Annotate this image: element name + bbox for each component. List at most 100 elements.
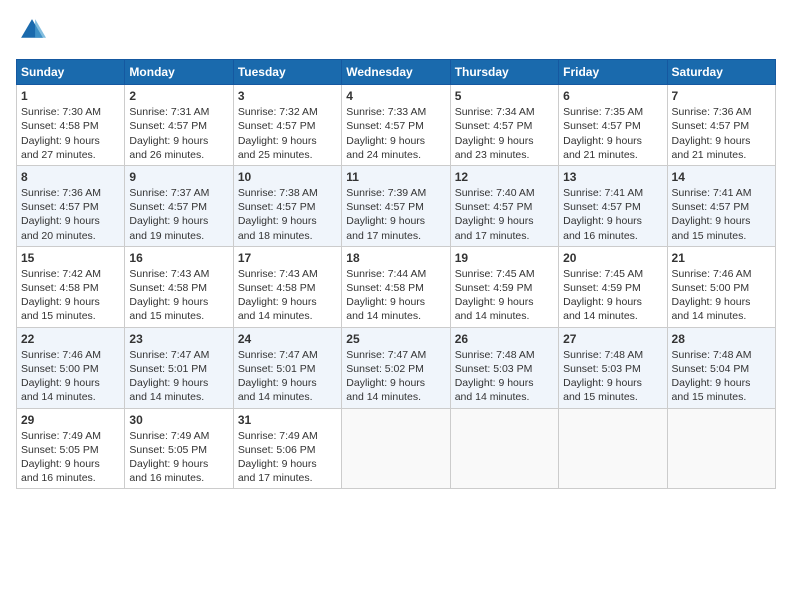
day-info: Sunrise: 7:38 AM — [238, 186, 337, 200]
day-info: Sunrise: 7:45 AM — [563, 267, 662, 281]
day-info: Daylight: 9 hours — [238, 295, 337, 309]
day-info: Sunset: 4:58 PM — [346, 281, 445, 295]
day-number: 21 — [672, 250, 771, 266]
day-info: Daylight: 9 hours — [455, 376, 554, 390]
day-number: 6 — [563, 88, 662, 104]
day-info: and 15 minutes. — [21, 309, 120, 323]
calendar-cell: 3Sunrise: 7:32 AMSunset: 4:57 PMDaylight… — [233, 85, 341, 166]
day-info: Sunrise: 7:46 AM — [21, 348, 120, 362]
day-info: and 23 minutes. — [455, 148, 554, 162]
day-info: and 14 minutes. — [346, 390, 445, 404]
day-info: Sunrise: 7:40 AM — [455, 186, 554, 200]
day-number: 28 — [672, 331, 771, 347]
day-info: and 17 minutes. — [455, 229, 554, 243]
day-number: 13 — [563, 169, 662, 185]
calendar-header-tuesday: Tuesday — [233, 60, 341, 85]
calendar-header-wednesday: Wednesday — [342, 60, 450, 85]
day-info: Daylight: 9 hours — [238, 134, 337, 148]
calendar-cell: 20Sunrise: 7:45 AMSunset: 4:59 PMDayligh… — [559, 246, 667, 327]
day-number: 8 — [21, 169, 120, 185]
day-info: Sunset: 5:06 PM — [238, 443, 337, 457]
day-info: Sunrise: 7:33 AM — [346, 105, 445, 119]
day-info: Sunrise: 7:42 AM — [21, 267, 120, 281]
day-info: Sunrise: 7:48 AM — [672, 348, 771, 362]
logo-icon — [18, 16, 46, 44]
day-info: and 14 minutes. — [455, 390, 554, 404]
day-info: Sunrise: 7:36 AM — [21, 186, 120, 200]
calendar-cell: 9Sunrise: 7:37 AMSunset: 4:57 PMDaylight… — [125, 165, 233, 246]
calendar-cell: 10Sunrise: 7:38 AMSunset: 4:57 PMDayligh… — [233, 165, 341, 246]
day-info: Daylight: 9 hours — [563, 214, 662, 228]
day-number: 11 — [346, 169, 445, 185]
day-info: and 17 minutes. — [238, 471, 337, 485]
calendar-cell: 15Sunrise: 7:42 AMSunset: 4:58 PMDayligh… — [17, 246, 125, 327]
calendar-cell: 25Sunrise: 7:47 AMSunset: 5:02 PMDayligh… — [342, 327, 450, 408]
calendar-cell: 27Sunrise: 7:48 AMSunset: 5:03 PMDayligh… — [559, 327, 667, 408]
day-info: Daylight: 9 hours — [21, 457, 120, 471]
day-info: Sunset: 5:01 PM — [238, 362, 337, 376]
day-number: 14 — [672, 169, 771, 185]
day-info: Daylight: 9 hours — [129, 134, 228, 148]
calendar-cell: 24Sunrise: 7:47 AMSunset: 5:01 PMDayligh… — [233, 327, 341, 408]
day-info: Sunset: 4:57 PM — [129, 200, 228, 214]
day-info: and 16 minutes. — [21, 471, 120, 485]
calendar-cell: 23Sunrise: 7:47 AMSunset: 5:01 PMDayligh… — [125, 327, 233, 408]
calendar-cell: 17Sunrise: 7:43 AMSunset: 4:58 PMDayligh… — [233, 246, 341, 327]
day-info: and 21 minutes. — [672, 148, 771, 162]
day-info: and 17 minutes. — [346, 229, 445, 243]
day-info: and 15 minutes. — [563, 390, 662, 404]
day-info: and 16 minutes. — [563, 229, 662, 243]
day-info: Sunrise: 7:30 AM — [21, 105, 120, 119]
calendar-cell: 11Sunrise: 7:39 AMSunset: 4:57 PMDayligh… — [342, 165, 450, 246]
day-info: and 14 minutes. — [672, 309, 771, 323]
day-info: Sunset: 4:57 PM — [672, 200, 771, 214]
day-info: Sunrise: 7:41 AM — [672, 186, 771, 200]
day-info: and 25 minutes. — [238, 148, 337, 162]
day-info: and 14 minutes. — [238, 390, 337, 404]
day-info: Sunrise: 7:31 AM — [129, 105, 228, 119]
day-info: Sunset: 4:57 PM — [455, 200, 554, 214]
day-number: 27 — [563, 331, 662, 347]
day-info: Sunrise: 7:49 AM — [21, 429, 120, 443]
day-info: Daylight: 9 hours — [455, 295, 554, 309]
calendar-cell: 6Sunrise: 7:35 AMSunset: 4:57 PMDaylight… — [559, 85, 667, 166]
day-info: Sunset: 4:58 PM — [238, 281, 337, 295]
day-info: Sunrise: 7:41 AM — [563, 186, 662, 200]
calendar-header-row: SundayMondayTuesdayWednesdayThursdayFrid… — [17, 60, 776, 85]
calendar-cell: 22Sunrise: 7:46 AMSunset: 5:00 PMDayligh… — [17, 327, 125, 408]
calendar-cell: 19Sunrise: 7:45 AMSunset: 4:59 PMDayligh… — [450, 246, 558, 327]
day-info: and 26 minutes. — [129, 148, 228, 162]
calendar-header-saturday: Saturday — [667, 60, 775, 85]
calendar-cell: 28Sunrise: 7:48 AMSunset: 5:04 PMDayligh… — [667, 327, 775, 408]
day-info: Daylight: 9 hours — [346, 214, 445, 228]
calendar-header-monday: Monday — [125, 60, 233, 85]
day-number: 10 — [238, 169, 337, 185]
day-info: Daylight: 9 hours — [129, 376, 228, 390]
day-info: Daylight: 9 hours — [346, 295, 445, 309]
calendar-cell: 8Sunrise: 7:36 AMSunset: 4:57 PMDaylight… — [17, 165, 125, 246]
day-number: 3 — [238, 88, 337, 104]
day-info: Daylight: 9 hours — [346, 376, 445, 390]
day-info: Sunrise: 7:47 AM — [346, 348, 445, 362]
day-info: Daylight: 9 hours — [21, 214, 120, 228]
day-info: Daylight: 9 hours — [455, 214, 554, 228]
calendar-cell: 1Sunrise: 7:30 AMSunset: 4:58 PMDaylight… — [17, 85, 125, 166]
day-info: Daylight: 9 hours — [21, 376, 120, 390]
day-info: Daylight: 9 hours — [346, 134, 445, 148]
day-info: Sunset: 5:03 PM — [563, 362, 662, 376]
calendar-cell — [342, 408, 450, 489]
day-number: 19 — [455, 250, 554, 266]
day-info: Sunrise: 7:47 AM — [238, 348, 337, 362]
day-info: Sunrise: 7:36 AM — [672, 105, 771, 119]
calendar-cell: 16Sunrise: 7:43 AMSunset: 4:58 PMDayligh… — [125, 246, 233, 327]
day-number: 5 — [455, 88, 554, 104]
day-number: 2 — [129, 88, 228, 104]
calendar-table: SundayMondayTuesdayWednesdayThursdayFrid… — [16, 59, 776, 489]
day-info: Sunrise: 7:44 AM — [346, 267, 445, 281]
day-info: Daylight: 9 hours — [672, 376, 771, 390]
calendar-header-sunday: Sunday — [17, 60, 125, 85]
day-number: 29 — [21, 412, 120, 428]
calendar-header-friday: Friday — [559, 60, 667, 85]
day-number: 16 — [129, 250, 228, 266]
day-number: 12 — [455, 169, 554, 185]
